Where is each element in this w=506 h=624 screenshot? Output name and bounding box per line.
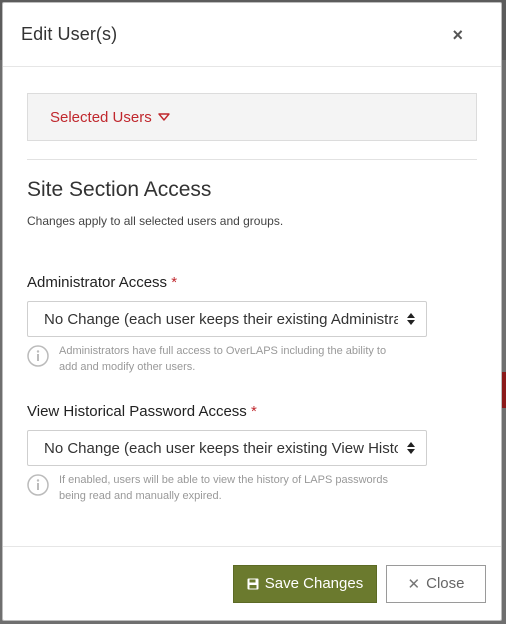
- select-arrows-icon: [407, 442, 415, 454]
- help-block: Administrators have full access to OverL…: [27, 343, 477, 375]
- info-icon: [27, 474, 49, 496]
- floppy-disk-icon: [247, 578, 259, 589]
- caret-down-icon: [158, 113, 170, 121]
- modal-footer: Save Changes ✕ Close: [3, 546, 501, 620]
- close-button[interactable]: ✕ Close: [386, 564, 486, 603]
- selected-users-toggle[interactable]: Selected Users: [27, 93, 477, 141]
- save-changes-label: Save Changes: [264, 575, 364, 592]
- divider: [27, 159, 477, 160]
- edit-users-modal: Edit User(s) × Selected Users Site Secti…: [2, 2, 502, 621]
- help-text: If enabled, users will be able to view t…: [59, 474, 388, 502]
- modal-title: Edit User(s): [21, 24, 118, 44]
- close-icon: ✕: [407, 575, 421, 593]
- info-icon: [27, 345, 49, 367]
- view-historical-password-access-select[interactable]: No Change (each user keeps their existin…: [27, 430, 427, 466]
- selected-users-label: Selected Users: [50, 108, 152, 126]
- view-historical-password-access-field: View Historical Password Access * No Cha…: [3, 403, 501, 504]
- select-value: No Change (each user keeps their existin…: [44, 439, 398, 457]
- field-label: View Historical Password Access *: [27, 403, 477, 420]
- section-title: Site Section Access: [27, 178, 212, 201]
- modal-header: Edit User(s) ×: [3, 3, 501, 67]
- select-arrows-icon: [407, 313, 415, 325]
- save-changes-button[interactable]: Save Changes: [233, 564, 377, 603]
- required-mark: *: [250, 403, 257, 420]
- close-icon[interactable]: ×: [452, 26, 463, 44]
- modal-body: Selected Users Site Section Access Chang…: [3, 93, 501, 228]
- close-label: Close: [426, 575, 465, 592]
- view-historical-password-access-label: View Historical Password Access: [27, 403, 247, 420]
- help-block: If enabled, users will be able to view t…: [27, 472, 477, 504]
- help-text: Administrators have full access to OverL…: [59, 345, 387, 373]
- administrator-access-select[interactable]: No Change (each user keeps their existin…: [27, 301, 427, 337]
- required-mark: *: [171, 274, 178, 291]
- section-description: Changes apply to all selected users and …: [27, 214, 284, 228]
- administrator-access-field: Administrator Access * No Change (each u…: [3, 274, 501, 375]
- field-label: Administrator Access *: [27, 274, 477, 291]
- select-value: No Change (each user keeps their existin…: [44, 310, 398, 328]
- administrator-access-label: Administrator Access: [27, 274, 168, 291]
